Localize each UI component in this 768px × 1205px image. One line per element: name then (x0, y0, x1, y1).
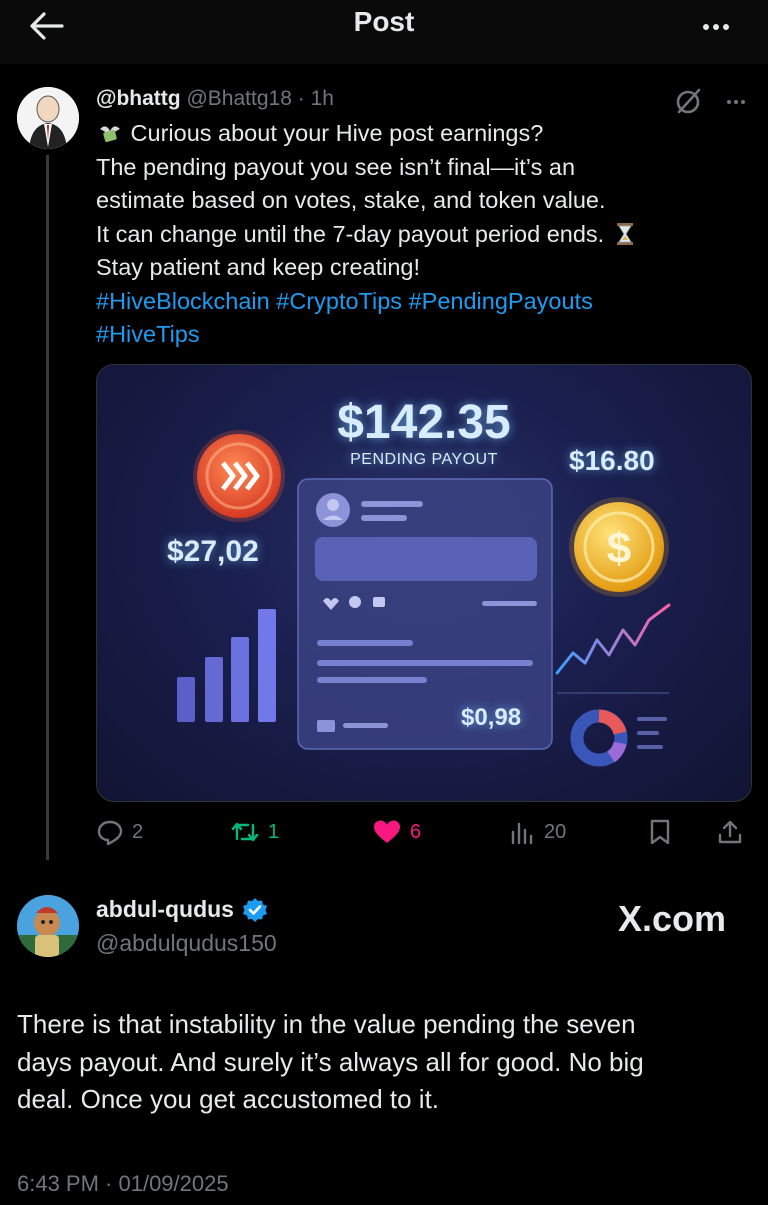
post-text: Curious about your Hive post earnings? T… (96, 117, 736, 352)
watermark-logo: X.com (618, 898, 727, 939)
post-more-button[interactable] (720, 90, 752, 110)
post-line: Curious about your Hive post earnings? (130, 120, 544, 146)
svg-text:$: $ (607, 524, 631, 573)
reply-button[interactable]: 2 (96, 812, 143, 852)
inner-amount: $0,98 (461, 704, 522, 731)
grok-icon[interactable] (674, 86, 704, 116)
verified-badge-icon (242, 897, 267, 922)
heart-icon (374, 820, 400, 843)
dollar-coin-icon: $ (569, 497, 669, 597)
like-button[interactable]: 6 (372, 812, 421, 852)
hashtag-line[interactable]: #HiveBlockchain #CryptoTips #PendingPayo… (96, 285, 736, 319)
donut-chart-icon (570, 709, 667, 767)
more-options-button[interactable] (692, 8, 740, 44)
repost-count: 1 (268, 820, 280, 843)
avatar[interactable] (17, 895, 79, 957)
reply-line: days payout. And surely it’s always all … (17, 1046, 644, 1077)
views-button[interactable]: 20 (510, 812, 566, 852)
post-header: @bhattg @Bhattg18 · 1h (96, 87, 334, 111)
hourglass-icon (616, 222, 633, 245)
post-line: Stay patient and keep creating! (96, 254, 420, 280)
reply-line: deal. Once you get accustomed to it. (17, 1084, 440, 1114)
separator: · (297, 87, 305, 110)
more-icon (726, 91, 747, 109)
reply-text: There is that instability in the value p… (17, 1006, 747, 1119)
trend-line-icon (555, 603, 671, 675)
post-username[interactable]: @bhattg (96, 87, 181, 110)
bookmark-icon (650, 819, 670, 845)
bookmark-button[interactable] (648, 812, 672, 852)
right-amount: $16.80 (569, 445, 655, 476)
post-line: The pending payout you see isn’t final—i… (96, 153, 576, 180)
post-handle[interactable]: @Bhattg18 (186, 87, 291, 110)
reply-count: 2 (132, 820, 144, 843)
repost-icon (231, 822, 259, 842)
money-wings-icon (100, 126, 120, 142)
post-image[interactable]: $ $142.35 PENDING PAYOUT $27,02 $16.80 $… (96, 364, 752, 802)
page-title: Post (353, 6, 415, 37)
hashtag-line[interactable]: #HiveTips (96, 318, 736, 352)
views-icon (511, 822, 533, 845)
share-button[interactable] (716, 812, 744, 852)
like-count: 6 (410, 820, 422, 843)
left-amount: $27,02 (167, 535, 259, 568)
thread-line (46, 155, 49, 860)
reply-display-name-row: abdul-qudus (96, 896, 268, 923)
repost-button[interactable]: 1 (230, 812, 279, 852)
pending-payout-amount: $142.35 (337, 396, 511, 449)
reply-line: There is that instability in the value p… (17, 1009, 636, 1039)
share-icon (718, 820, 742, 844)
post-line: It can change until the 7-day payout per… (96, 220, 605, 247)
post-line: estimate based on votes, stake, and toke… (96, 187, 606, 213)
action-bar: 2 1 6 20 (96, 812, 750, 852)
post-time[interactable]: 1h (311, 87, 334, 110)
bar-chart-icon (177, 609, 276, 722)
reply-handle[interactable]: @abdulqudus150 (96, 930, 277, 957)
reply-display-name[interactable]: abdul-qudus (96, 896, 234, 923)
top-bar: Post (0, 0, 768, 64)
views-count: 20 (544, 820, 567, 843)
reply-icon (97, 820, 123, 846)
avatar[interactable] (17, 87, 79, 149)
reply-timestamp: 6:43 PM · 01/09/2025 (17, 1171, 229, 1196)
more-icon (701, 17, 731, 35)
